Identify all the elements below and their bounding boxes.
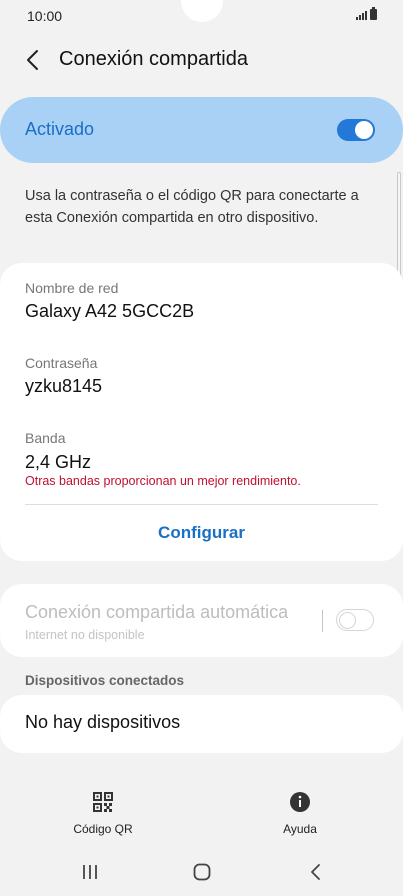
network-name-value: Galaxy A42 5GCC2B xyxy=(25,301,195,321)
hotspot-description: Usa la contraseña o el código QR para co… xyxy=(25,188,359,226)
connected-devices-heading: Dispositivos conectados xyxy=(25,673,185,688)
main-toggle-label: Activado xyxy=(25,119,95,139)
info-icon xyxy=(290,792,310,812)
status-icons xyxy=(356,7,377,20)
no-devices-text: No hay dispositivos xyxy=(25,712,181,732)
band-value: 2,4 GHz xyxy=(25,452,92,472)
band-warning-note: Otras bandas proporcionan un mejor rendi… xyxy=(25,474,301,488)
qr-code-button[interactable]: Código QR xyxy=(63,791,143,836)
back-nav-icon[interactable] xyxy=(306,862,326,882)
password-label: Contraseña xyxy=(25,355,98,371)
auto-hotspot-subtitle: Internet no disponible xyxy=(25,628,145,642)
network-name-label: Nombre de red xyxy=(25,280,119,296)
status-time: 10:00 xyxy=(27,8,63,24)
help-button[interactable]: Ayuda xyxy=(260,791,340,836)
status-bar: 10:00 xyxy=(0,0,403,32)
back-icon[interactable] xyxy=(22,48,46,72)
qr-code-icon xyxy=(93,792,113,812)
battery-icon xyxy=(370,7,377,20)
switch-knob xyxy=(339,611,356,629)
camera-notch xyxy=(181,0,223,22)
band-label: Banda xyxy=(25,430,66,446)
divider xyxy=(25,504,378,505)
system-nav-bar xyxy=(0,856,403,896)
configure-button[interactable]: Configurar xyxy=(0,523,403,543)
recent-apps-icon[interactable] xyxy=(80,862,100,882)
connected-devices-card: No hay dispositivos xyxy=(0,695,403,753)
network-settings-card: Nombre de red Galaxy A42 5GCC2B Contrase… xyxy=(0,263,403,561)
qr-code-label: Código QR xyxy=(73,822,133,836)
divider xyxy=(322,610,323,632)
help-label: Ayuda xyxy=(283,822,317,836)
auto-hotspot-title: Conexión compartida automática xyxy=(25,602,289,622)
auto-hotspot-switch[interactable] xyxy=(336,609,374,631)
password-value: yzku8145 xyxy=(25,376,103,396)
main-toggle-switch[interactable] xyxy=(337,119,375,141)
app-header: Conexión compartida xyxy=(0,40,403,80)
switch-knob xyxy=(355,121,373,139)
signal-icon xyxy=(356,10,367,20)
page-title: Conexión compartida xyxy=(59,48,248,70)
home-icon[interactable] xyxy=(192,862,212,882)
